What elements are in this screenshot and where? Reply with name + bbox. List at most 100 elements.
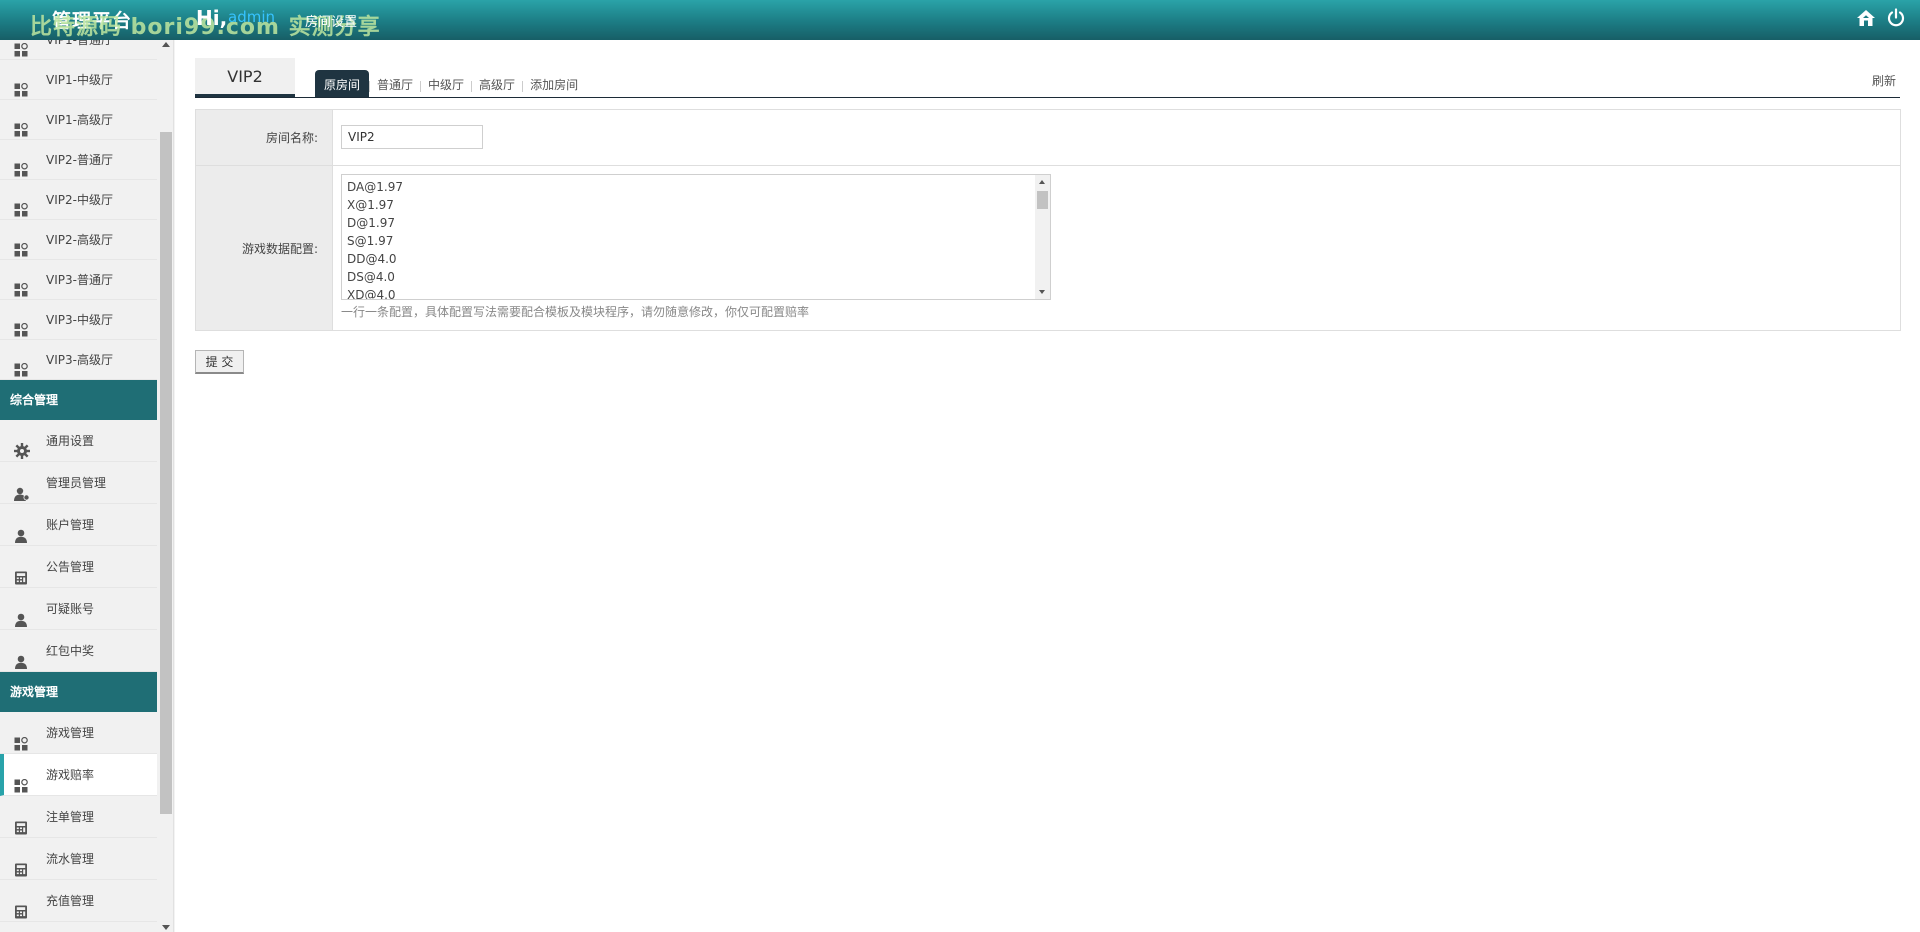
textarea-scrollbar[interactable] bbox=[1035, 175, 1050, 299]
config-line: D@1.97 bbox=[347, 216, 395, 230]
form-row-name: 房间名称: bbox=[196, 110, 1900, 166]
scroll-down-arrow-icon[interactable] bbox=[162, 925, 170, 930]
scrollbar-thumb[interactable] bbox=[160, 132, 172, 814]
sidebar-item-admins[interactable]: 管理员管理 bbox=[0, 462, 157, 504]
scrollbar-thumb[interactable] bbox=[1037, 191, 1048, 209]
grid-icon bbox=[14, 273, 28, 297]
sidebar-item-label: VIP1-中级厅 bbox=[46, 73, 113, 87]
form-value-cell bbox=[333, 110, 1900, 165]
sidebar-item-suspicious[interactable]: 可疑账号 bbox=[0, 588, 157, 630]
config-line: XD@4.0 bbox=[347, 288, 396, 300]
sidebar-item-label: 账户管理 bbox=[46, 518, 95, 532]
grid-icon bbox=[14, 40, 28, 57]
grid-icon bbox=[14, 193, 28, 217]
tab-high-hall[interactable]: 高级厅 bbox=[472, 70, 522, 97]
sidebar-item-bets[interactable]: 注单管理 bbox=[0, 796, 157, 838]
scroll-up-arrow-icon[interactable] bbox=[162, 42, 170, 47]
submit-button[interactable]: 提 交 bbox=[195, 350, 244, 374]
config-hint: 一行一条配置，具体配置写法需要配合模板及模块程序，请勿随意修改，你仅可配置赔率 bbox=[341, 305, 810, 319]
sidebar-item-accounts[interactable]: 账户管理 bbox=[0, 504, 157, 546]
greeting: Hi, bbox=[196, 6, 228, 30]
room-name-label: 房间名称: bbox=[196, 110, 333, 165]
config-line: DS@4.0 bbox=[347, 270, 395, 284]
form-row-config: 游戏数据配置: DA@1.97 X@1.97 D@1.97 S@1.97 DD@… bbox=[196, 166, 1900, 330]
admin-user-icon bbox=[14, 476, 30, 501]
sidebar-item-label: 游戏赔率 bbox=[46, 768, 95, 782]
config-line: DD@4.0 bbox=[347, 252, 397, 266]
scroll-up-arrow-icon[interactable] bbox=[1039, 180, 1045, 184]
sidebar-item-vip2-high[interactable]: VIP2-高级厅 bbox=[0, 220, 157, 260]
user-name[interactable]: admin bbox=[228, 8, 275, 26]
sidebar: VIP1-普通厅 VIP1-中级厅 VIP1-高级厅 VIP2-普通厅 VIP2… bbox=[0, 40, 174, 932]
sidebar-item-settings[interactable]: 通用设置 bbox=[0, 420, 157, 462]
sidebar-item-label: 注单管理 bbox=[46, 810, 95, 824]
scroll-down-arrow-icon[interactable] bbox=[1039, 290, 1045, 294]
calculator-icon bbox=[14, 810, 28, 835]
sidebar-item-redpacket[interactable]: 红包中奖 bbox=[0, 630, 157, 672]
sidebar-item-odds[interactable]: 游戏赔率 bbox=[0, 754, 157, 796]
calculator-icon bbox=[14, 560, 28, 585]
sidebar-item-label: VIP3-高级厅 bbox=[46, 353, 113, 367]
grid-icon bbox=[14, 153, 28, 177]
sidebar-item-vip1-high[interactable]: VIP1-高级厅 bbox=[0, 100, 157, 140]
form-value-cell: DA@1.97 X@1.97 D@1.97 S@1.97 DD@4.0 DS@4… bbox=[333, 166, 1900, 330]
sidebar-item-flow[interactable]: 流水管理 bbox=[0, 838, 157, 880]
sidebar-item-label: VIP2-高级厅 bbox=[46, 233, 113, 247]
sidebar-item-vip2-mid[interactable]: VIP2-中级厅 bbox=[0, 180, 157, 220]
sidebar-item-label: VIP2-普通厅 bbox=[46, 153, 113, 167]
sidebar-item-vip3-normal[interactable]: VIP3-普通厅 bbox=[0, 260, 157, 300]
sidebar-item-label: VIP3-中级厅 bbox=[46, 313, 113, 327]
sidebar-item-label: VIP1-普通厅 bbox=[46, 40, 113, 47]
sidebar-item-recharge[interactable]: 充值管理 bbox=[0, 880, 157, 922]
room-form: 房间名称: 游戏数据配置: DA@1.97 X@1.97 D@1.97 S@1.… bbox=[195, 109, 1901, 331]
sidebar-item-vip1-normal[interactable]: VIP1-普通厅 bbox=[0, 40, 157, 60]
sidebar-item-label: VIP3-普通厅 bbox=[46, 273, 113, 287]
sidebar-item-vip3-mid[interactable]: VIP3-中级厅 bbox=[0, 300, 157, 340]
grid-icon bbox=[14, 768, 28, 793]
grid-icon bbox=[14, 113, 28, 137]
sidebar-item-label: 公告管理 bbox=[46, 560, 95, 574]
power-icon[interactable] bbox=[1886, 8, 1906, 28]
config-line: X@1.97 bbox=[347, 198, 394, 212]
sidebar-item-vip3-high[interactable]: VIP3-高级厅 bbox=[0, 340, 157, 380]
sidebar-item-label: 管理员管理 bbox=[46, 476, 107, 490]
config-line: DA@1.97 bbox=[347, 180, 403, 194]
game-config-label: 游戏数据配置: bbox=[196, 166, 333, 330]
sidebar-scrollbar[interactable] bbox=[158, 40, 173, 932]
sidebar-menu: VIP1-普通厅 VIP1-中级厅 VIP1-高级厅 VIP2-普通厅 VIP2… bbox=[0, 40, 157, 922]
top-bar: 管理平台 比特源码 bori99.com 实测分享 Hi, admin 房间设置 bbox=[0, 0, 1920, 40]
calculator-icon bbox=[14, 852, 28, 877]
game-config-textarea[interactable]: DA@1.97 X@1.97 D@1.97 S@1.97 DD@4.0 DS@4… bbox=[341, 174, 1051, 300]
calculator-icon bbox=[14, 894, 28, 919]
home-icon[interactable] bbox=[1856, 8, 1876, 28]
tab-original-room[interactable]: 原房间 bbox=[315, 70, 370, 97]
sidebar-item-label: VIP1-高级厅 bbox=[46, 113, 113, 127]
tab-add-room[interactable]: 添加房间 bbox=[523, 70, 585, 97]
grid-icon bbox=[14, 233, 28, 257]
sidebar-item-vip1-mid[interactable]: VIP1-中级厅 bbox=[0, 60, 157, 100]
sub-tabs: 原房间 普通厅 中级厅 高级厅 添加房间 bbox=[315, 70, 585, 97]
room-title-tab[interactable]: VIP2 bbox=[195, 58, 295, 97]
config-lines: DA@1.97 X@1.97 D@1.97 S@1.97 DD@4.0 DS@4… bbox=[342, 175, 1050, 300]
sidebar-item-label: 流水管理 bbox=[46, 852, 95, 866]
section-header-game[interactable]: 游戏管理 bbox=[0, 672, 157, 712]
sidebar-item-label: VIP2-中级厅 bbox=[46, 193, 113, 207]
main-content: VIP2 原房间 普通厅 中级厅 高级厅 添加房间 刷新 房间名称: 游戏数据配… bbox=[175, 40, 1920, 932]
tab-normal-hall[interactable]: 普通厅 bbox=[370, 70, 420, 97]
user-icon bbox=[14, 644, 28, 669]
sidebar-item-games[interactable]: 游戏管理 bbox=[0, 712, 157, 754]
section-header-general[interactable]: 综合管理 bbox=[0, 380, 157, 420]
grid-icon bbox=[14, 313, 28, 337]
grid-icon bbox=[14, 73, 28, 97]
grid-icon bbox=[14, 726, 28, 751]
tab-mid-hall[interactable]: 中级厅 bbox=[421, 70, 471, 97]
gear-icon bbox=[14, 434, 30, 459]
top-icons bbox=[1856, 8, 1906, 28]
sidebar-item-label: 充值管理 bbox=[46, 894, 95, 908]
sidebar-item-label: 红包中奖 bbox=[46, 644, 95, 658]
refresh-link[interactable]: 刷新 bbox=[1872, 72, 1896, 89]
tab-bar: VIP2 原房间 普通厅 中级厅 高级厅 添加房间 刷新 bbox=[195, 58, 1900, 98]
sidebar-item-vip2-normal[interactable]: VIP2-普通厅 bbox=[0, 140, 157, 180]
room-name-input[interactable] bbox=[341, 125, 483, 149]
sidebar-item-announcements[interactable]: 公告管理 bbox=[0, 546, 157, 588]
